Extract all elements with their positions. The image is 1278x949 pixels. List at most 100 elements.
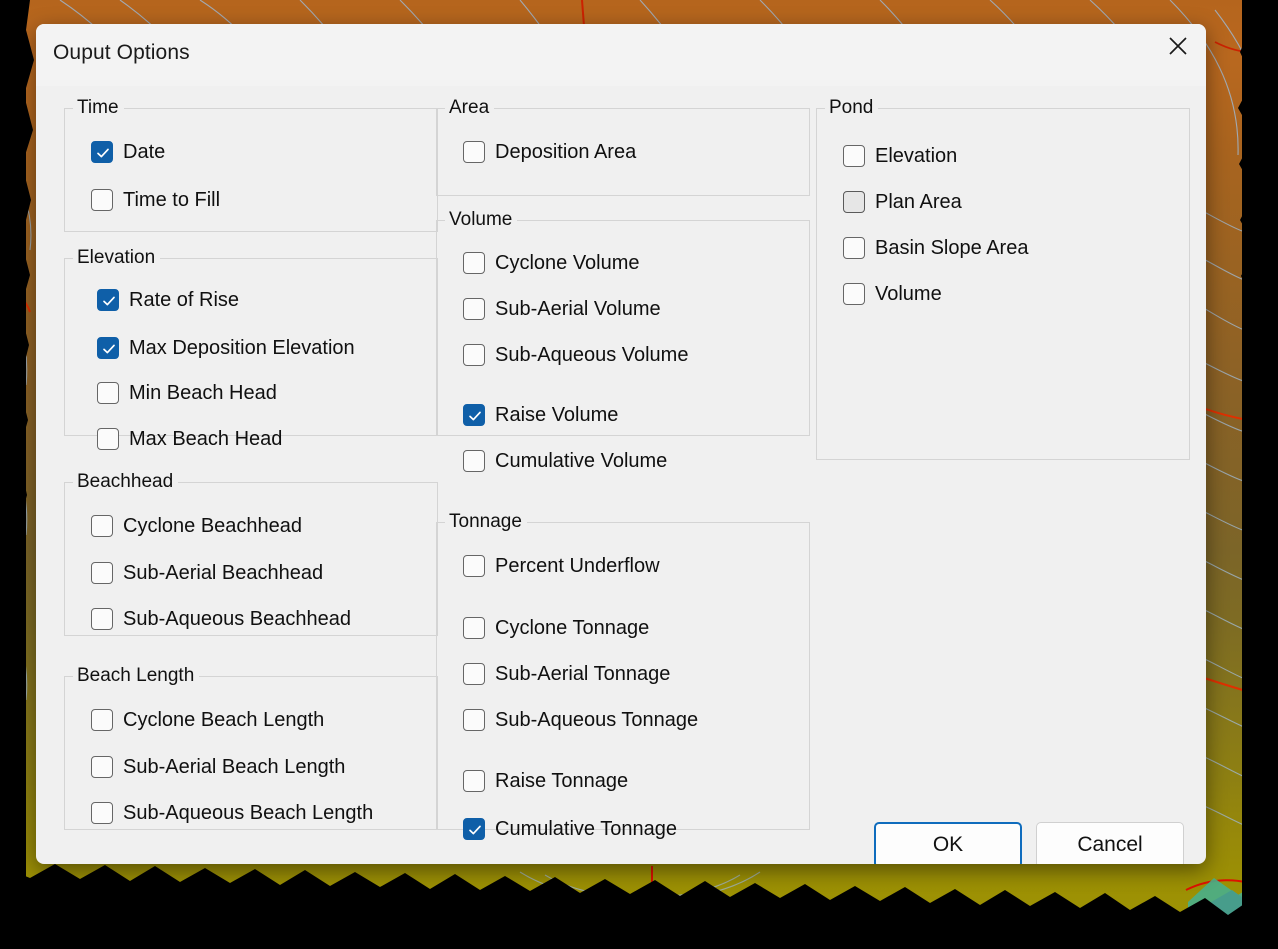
checkbox-row-sub-aerial-beach-length[interactable]: Sub-Aerial Beach Length	[91, 752, 345, 782]
checkbox-unchecked-icon[interactable]	[91, 562, 113, 584]
group-pond: Pond Elevation Plan Area Basin Slope Area Vo…	[816, 97, 1190, 460]
checkbox-unchecked-icon[interactable]	[91, 608, 113, 630]
checkbox-label: Max Deposition Elevation	[129, 337, 355, 359]
group-beachhead: Beachhead Cyclone Beachhead Sub-Aerial Bea…	[64, 471, 438, 636]
checkbox-label: Raise Volume	[495, 404, 619, 426]
checkbox-row-rate-of-rise[interactable]: Rate of Rise	[97, 285, 239, 315]
checkbox-row-sub-aerial-volume[interactable]: Sub-Aerial Volume	[463, 294, 661, 324]
checkbox-checked-icon[interactable]	[91, 141, 113, 163]
checkbox-row-percent-underflow[interactable]: Percent Underflow	[463, 551, 660, 581]
checkbox-label: Sub-Aqueous Tonnage	[495, 709, 699, 731]
checkbox-unchecked-icon[interactable]	[463, 709, 485, 731]
checkbox-label: Sub-Aerial Beachhead	[123, 562, 324, 584]
checkbox-unchecked-icon[interactable]	[463, 450, 485, 472]
group-label-pond: Pond	[825, 97, 879, 119]
checkbox-row-sub-aqueous-beach-length[interactable]: Sub-Aqueous Beach Length	[91, 798, 373, 828]
checkbox-label: Sub-Aqueous Beachhead	[123, 608, 351, 630]
checkbox-row-plan-area[interactable]: Plan Area	[843, 187, 962, 217]
checkbox-unchecked-icon[interactable]	[91, 189, 113, 211]
checkbox-checked-icon[interactable]	[463, 404, 485, 426]
checkbox-row-sub-aqueous-beachhead[interactable]: Sub-Aqueous Beachhead	[91, 604, 351, 634]
checkbox-label: Cyclone Beach Length	[123, 709, 325, 731]
checkbox-unchecked-icon[interactable]	[97, 428, 119, 450]
checkbox-checked-icon[interactable]	[97, 289, 119, 311]
checkbox-label: Max Beach Head	[129, 428, 283, 450]
group-label-area: Area	[445, 97, 495, 119]
checkbox-row-elevation[interactable]: Elevation	[843, 141, 957, 171]
checkbox-unchecked-icon[interactable]	[843, 237, 865, 259]
checkbox-label: Raise Tonnage	[495, 770, 629, 792]
checkbox-row-basin-slope-area[interactable]: Basin Slope Area	[843, 233, 1028, 263]
checkbox-label: Sub-Aerial Tonnage	[495, 663, 671, 685]
checkbox-label: Cumulative Tonnage	[495, 818, 677, 840]
checkbox-label: Rate of Rise	[129, 289, 240, 311]
checkbox-row-date[interactable]: Date	[91, 137, 165, 167]
dialog-content: OK Cancel Time Date Time to Fill Elevation R…	[36, 86, 1206, 864]
checkbox-unchecked-icon[interactable]	[463, 555, 485, 577]
checkbox-row-cyclone-beachhead[interactable]: Cyclone Beachhead	[91, 511, 302, 541]
checkbox-label: Percent Underflow	[495, 555, 660, 577]
group-label-time: Time	[73, 97, 124, 119]
checkbox-row-sub-aerial-beachhead[interactable]: Sub-Aerial Beachhead	[91, 558, 323, 588]
group-time: Time Date Time to Fill	[64, 97, 438, 232]
checkbox-row-max-beach-head[interactable]: Max Beach Head	[97, 424, 282, 454]
checkbox-row-sub-aqueous-tonnage[interactable]: Sub-Aqueous Tonnage	[463, 705, 698, 735]
checkbox-row-sub-aerial-tonnage[interactable]: Sub-Aerial Tonnage	[463, 659, 670, 689]
ok-button[interactable]: OK	[874, 822, 1022, 864]
group-beach-length: Beach Length Cyclone Beach Length Sub-Aeri…	[64, 665, 438, 830]
checkbox-unchecked-icon[interactable]	[463, 617, 485, 639]
dialog-title: Ouput Options	[53, 41, 190, 64]
checkbox-unchecked-icon[interactable]	[463, 141, 485, 163]
checkbox-unchecked-icon[interactable]	[843, 145, 865, 167]
group-elevation: Elevation Rate of Rise Max Deposition Elev…	[64, 247, 438, 450]
checkbox-label: Time to Fill	[123, 189, 221, 211]
checkbox-row-cumulative-volume[interactable]: Cumulative Volume	[463, 446, 667, 476]
checkbox-unchecked-icon[interactable]	[463, 770, 485, 792]
checkbox-label: Sub-Aqueous Volume	[495, 344, 689, 366]
checkbox-row-raise-tonnage[interactable]: Raise Tonnage	[463, 766, 628, 796]
group-tonnage: Tonnage Percent Underflow Cyclone Tonnage S…	[436, 511, 810, 840]
checkbox-unchecked-icon[interactable]	[843, 283, 865, 305]
checkbox-unchecked-icon[interactable]	[91, 756, 113, 778]
checkbox-label: Plan Area	[875, 191, 962, 213]
checkbox-unchecked-icon[interactable]	[463, 344, 485, 366]
checkbox-row-min-beach-head[interactable]: Min Beach Head	[97, 378, 277, 408]
checkbox-label: Deposition Area	[495, 141, 637, 163]
checkbox-unchecked-icon[interactable]	[463, 663, 485, 685]
checkbox-label: Sub-Aqueous Beach Length	[123, 802, 374, 824]
close-icon[interactable]	[1150, 24, 1206, 68]
cancel-button[interactable]: Cancel	[1036, 822, 1184, 864]
checkbox-unchecked-icon[interactable]	[843, 191, 865, 213]
checkbox-unchecked-icon[interactable]	[97, 382, 119, 404]
group-volume: Volume Cyclone Volume Sub-Aerial Volume Sub…	[436, 209, 810, 472]
checkbox-unchecked-icon[interactable]	[463, 298, 485, 320]
group-label-volume: Volume	[445, 209, 518, 231]
checkbox-unchecked-icon[interactable]	[91, 515, 113, 537]
checkbox-row-sub-aqueous-volume[interactable]: Sub-Aqueous Volume	[463, 340, 688, 370]
checkbox-row-cyclone-tonnage[interactable]: Cyclone Tonnage	[463, 613, 649, 643]
checkbox-row-time-to-fill[interactable]: Time to Fill	[91, 185, 220, 215]
map-left-edge-mask	[0, 0, 26, 949]
checkbox-unchecked-icon[interactable]	[463, 252, 485, 274]
checkbox-label: Cyclone Volume	[495, 252, 640, 274]
map-right-edge-mask	[1242, 0, 1278, 949]
checkbox-row-raise-volume[interactable]: Raise Volume	[463, 400, 618, 430]
group-area: Area Deposition Area	[436, 97, 810, 196]
checkbox-label: Min Beach Head	[129, 382, 277, 404]
checkbox-row-max-deposition-elevation[interactable]: Max Deposition Elevation	[97, 333, 355, 363]
checkbox-row-cyclone-volume[interactable]: Cyclone Volume	[463, 248, 640, 278]
checkbox-checked-icon[interactable]	[463, 818, 485, 840]
group-label-elevation: Elevation	[73, 247, 161, 269]
checkbox-row-cumulative-tonnage[interactable]: Cumulative Tonnage	[463, 814, 677, 844]
group-label-tonnage: Tonnage	[445, 511, 527, 533]
checkbox-label: Sub-Aerial Volume	[495, 298, 661, 320]
checkbox-unchecked-icon[interactable]	[91, 709, 113, 731]
checkbox-unchecked-icon[interactable]	[91, 802, 113, 824]
checkbox-row-deposition-area[interactable]: Deposition Area	[463, 137, 636, 167]
checkbox-checked-icon[interactable]	[97, 337, 119, 359]
checkbox-label: Cumulative Volume	[495, 450, 668, 472]
checkbox-row-volume[interactable]: Volume	[843, 279, 942, 309]
dialog-titlebar: Ouput Options	[36, 24, 1206, 86]
checkbox-row-cyclone-beach-length[interactable]: Cyclone Beach Length	[91, 705, 324, 735]
checkbox-label: Volume	[875, 283, 942, 305]
